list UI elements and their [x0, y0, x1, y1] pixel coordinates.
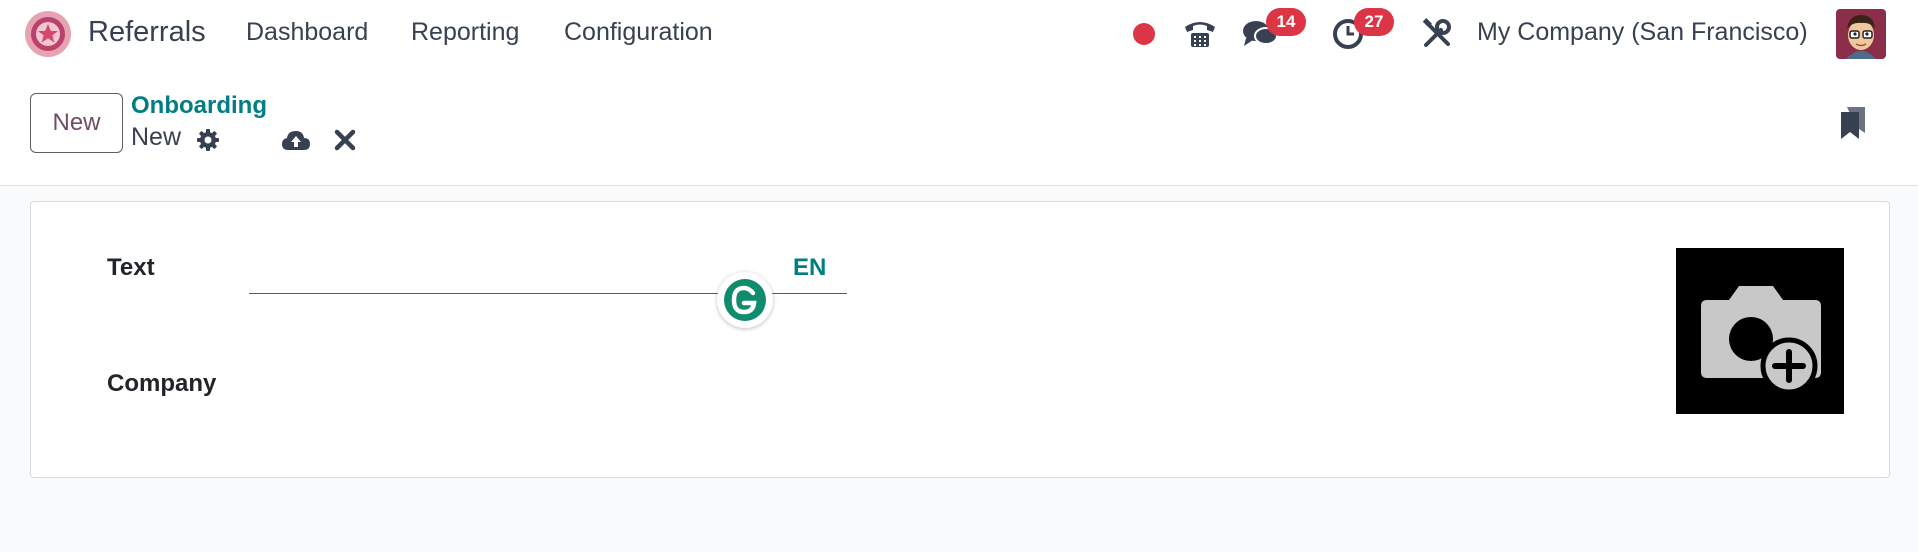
image-upload-field[interactable]	[1676, 248, 1844, 414]
menu-dashboard[interactable]: Dashboard	[246, 18, 368, 47]
add-photo-icon	[1701, 286, 1821, 390]
record-name: New	[131, 123, 182, 151]
menu-configuration[interactable]: Configuration	[564, 18, 713, 47]
messages-count-badge: 14	[1266, 8, 1306, 36]
cloud-upload-icon[interactable]	[279, 123, 313, 157]
control-panel: New Onboarding New	[0, 68, 1918, 186]
top-navbar: Referrals Dashboard Reporting Configurat…	[0, 0, 1918, 68]
phone-icon[interactable]	[1180, 14, 1220, 54]
status-dot-icon[interactable]	[1124, 14, 1164, 54]
form-sheet: Text EN Company	[30, 201, 1890, 478]
text-field-label: Text	[107, 254, 155, 281]
app-name[interactable]: Referrals	[88, 16, 206, 49]
new-record-button[interactable]: New	[30, 93, 123, 153]
company-field-label: Company	[107, 370, 217, 397]
language-switch-button[interactable]: EN	[793, 254, 826, 282]
gear-icon[interactable]	[191, 123, 225, 157]
activities-count-badge: 27	[1354, 8, 1394, 36]
referrals-app-icon[interactable]	[24, 10, 72, 58]
breadcrumb-onboarding[interactable]: Onboarding	[131, 92, 267, 120]
discard-icon[interactable]	[328, 123, 362, 157]
menu-reporting[interactable]: Reporting	[411, 18, 519, 47]
user-avatar[interactable]	[1836, 9, 1886, 59]
grammarly-icon[interactable]	[717, 272, 773, 328]
company-switcher[interactable]: My Company (San Francisco)	[1477, 18, 1808, 47]
tools-icon[interactable]	[1417, 14, 1457, 54]
bookmark-icon[interactable]	[1836, 106, 1870, 140]
